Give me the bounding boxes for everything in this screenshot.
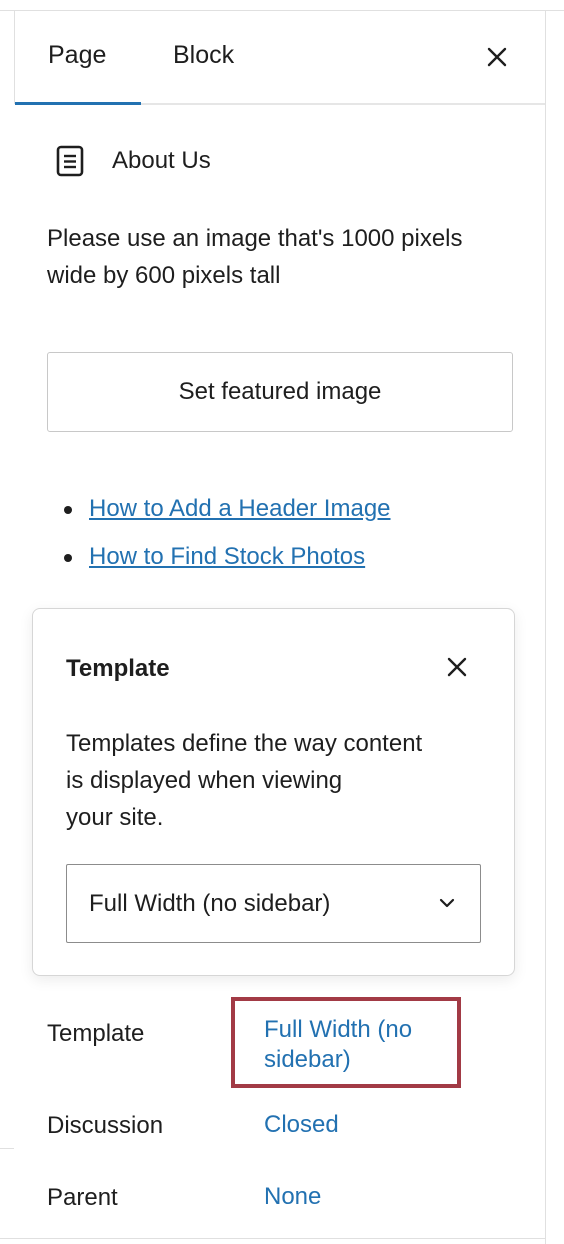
discussion-label: Discussion — [47, 1112, 164, 1139]
popover-description: Templates define the way content is disp… — [66, 725, 496, 836]
divider — [0, 1238, 546, 1239]
bullet — [64, 554, 72, 562]
featured-image-help-text: Please use an image that's 1000 pixels w… — [47, 225, 463, 289]
settings-sidebar: Page Block About Us Please use an image … — [0, 0, 564, 1244]
template-select[interactable]: Full Width (no sidebar) — [66, 864, 481, 943]
sidebar-right-border — [545, 10, 546, 1244]
list-item: How to Find Stock Photos — [60, 538, 391, 586]
popover-title: Template — [66, 655, 170, 682]
active-tab-indicator — [15, 102, 141, 105]
set-featured-image-button[interactable]: Set featured image — [47, 352, 513, 432]
tab-page[interactable]: Page — [48, 41, 106, 70]
template-label: Template — [47, 1020, 145, 1047]
description-line: your site. — [66, 804, 164, 831]
chevron-down-icon — [439, 898, 455, 908]
description-line: is displayed when viewing — [66, 767, 343, 794]
close-icon — [447, 657, 467, 677]
discussion-toggle-button[interactable]: Closed — [264, 1110, 339, 1140]
bullet — [64, 506, 72, 514]
sidebar-tabs: Page Block — [15, 11, 545, 105]
description-line: Templates define the way content — [66, 730, 423, 757]
stock-photos-help-link[interactable]: How to Find Stock Photos — [89, 543, 365, 570]
close-sidebar-button[interactable] — [484, 44, 510, 70]
help-links-list: How to Add a Header Image How to Find St… — [60, 490, 391, 586]
divider — [0, 1148, 14, 1149]
page-document-icon — [56, 145, 84, 177]
list-item: How to Add a Header Image — [60, 490, 391, 538]
template-select-value: Full Width (no sidebar) — [89, 890, 331, 917]
parent-toggle-button[interactable]: None — [264, 1182, 321, 1212]
header-image-help-link[interactable]: How to Add a Header Image — [89, 495, 391, 522]
parent-label: Parent — [47, 1184, 118, 1211]
tab-block[interactable]: Block — [173, 41, 234, 70]
close-icon — [487, 47, 507, 67]
template-popover: Template Templates define the way conten… — [32, 608, 515, 976]
page-title: About Us — [112, 147, 211, 174]
close-popover-button[interactable] — [444, 654, 470, 680]
annotation-highlight-box — [231, 997, 461, 1088]
